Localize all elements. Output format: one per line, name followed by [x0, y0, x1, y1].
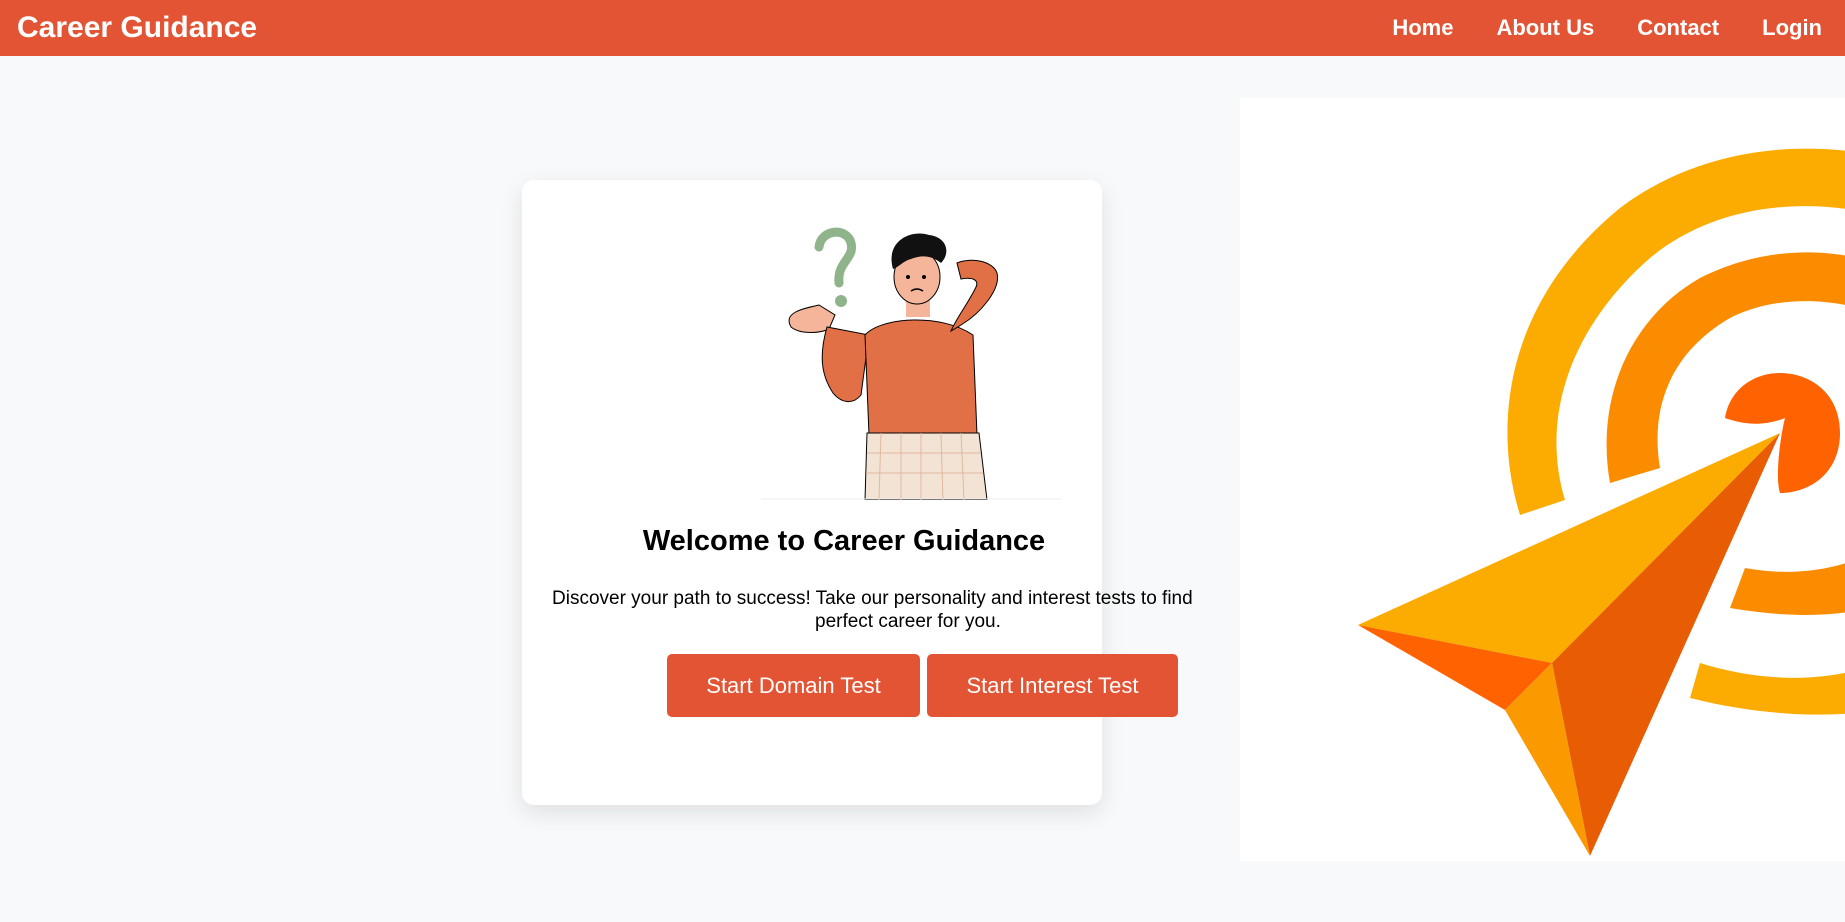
logo-panel	[1240, 98, 1845, 861]
welcome-card: Welcome to Career Guidance Discover your…	[522, 180, 1193, 805]
navbar: Career Guidance Home About Us Contact Lo…	[0, 0, 1845, 56]
welcome-title: Welcome to Career Guidance	[642, 525, 1046, 557]
confused-person-illustration	[761, 227, 1061, 500]
nav-contact-link[interactable]: Contact	[1637, 15, 1719, 41]
start-domain-test-button[interactable]: Start Domain Test	[667, 654, 920, 717]
nav-about-link[interactable]: About Us	[1496, 15, 1594, 41]
nav-login-link[interactable]: Login	[1762, 15, 1822, 41]
start-interest-test-button[interactable]: Start Interest Test	[927, 654, 1178, 717]
target-arrow-logo-icon	[1358, 148, 1845, 856]
nav-home-link[interactable]: Home	[1392, 15, 1453, 41]
nav-links: Home About Us Contact Login	[1392, 15, 1828, 41]
brand-link[interactable]: Career Guidance	[17, 11, 257, 45]
test-buttons: Start Domain Test Start Interest Test	[667, 654, 1178, 717]
